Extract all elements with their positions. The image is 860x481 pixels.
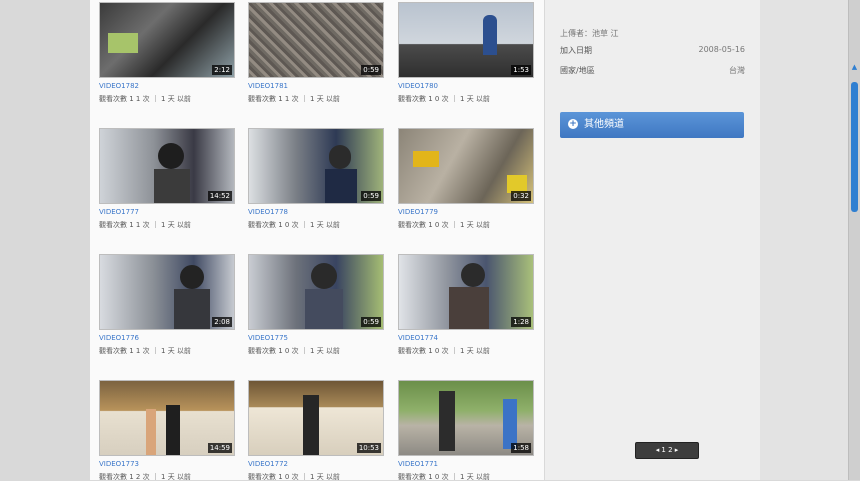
- video-meta: 觀看次數 1 1 次 ｜ 1 天 以前: [99, 221, 191, 229]
- video-title-link[interactable]: VIDEO1771: [398, 460, 438, 468]
- video-card[interactable]: 0:59 VIDEO1781 觀看次數 1 1 次 ｜ 1 天 以前: [248, 2, 384, 103]
- person-image: [158, 143, 184, 169]
- video-title-link[interactable]: VIDEO1774: [398, 334, 438, 342]
- duration-badge: 2:08: [212, 317, 232, 327]
- person-image: [503, 399, 517, 449]
- video-title-link[interactable]: VIDEO1772: [248, 460, 288, 468]
- video-meta: 觀看次數 1 0 次 ｜ 1 天 以前: [248, 221, 340, 229]
- duration-badge: 0:32: [511, 191, 531, 201]
- duration-badge: 0:59: [361, 317, 381, 327]
- video-card[interactable]: 1:53 VIDEO1780 觀看次數 1 0 次 ｜ 1 天 以前: [398, 2, 534, 103]
- duration-badge: 0:59: [361, 65, 381, 75]
- plus-icon: +: [568, 119, 578, 129]
- video-title-link[interactable]: VIDEO1776: [99, 334, 139, 342]
- video-title-link[interactable]: VIDEO1775: [248, 334, 288, 342]
- video-card[interactable]: 2:08 VIDEO1776 觀看次數 1 1 次 ｜ 1 天 以前: [99, 254, 235, 355]
- duration-badge: 10:53: [356, 443, 381, 453]
- video-card[interactable]: 1:28 VIDEO1774 觀看次數 1 0 次 ｜ 1 天 以前: [398, 254, 534, 355]
- video-thumbnail[interactable]: 14:59: [99, 380, 235, 456]
- video-thumbnail[interactable]: 1:28: [398, 254, 534, 330]
- video-thumbnail[interactable]: 1:53: [398, 2, 534, 78]
- video-card[interactable]: 0:59 VIDEO1778 觀看次數 1 0 次 ｜ 1 天 以前: [248, 128, 384, 229]
- person-image: [166, 405, 180, 455]
- video-card[interactable]: 1:58 VIDEO1771 觀看次數 1 0 次 ｜ 1 天 以前: [398, 380, 534, 481]
- video-card[interactable]: 10:53 VIDEO1772 觀看次數 1 0 次 ｜ 1 天 以前: [248, 380, 384, 481]
- video-title-link[interactable]: VIDEO1781: [248, 82, 288, 90]
- video-thumbnail[interactable]: 0:59: [248, 2, 384, 78]
- video-card[interactable]: 0:32 VIDEO1779 觀看次數 1 0 次 ｜ 1 天 以前: [398, 128, 534, 229]
- duration-badge: 14:59: [207, 443, 232, 453]
- video-title-link[interactable]: VIDEO1777: [99, 208, 139, 216]
- duration-badge: 14:52: [207, 191, 232, 201]
- other-channels-label: 其他頻道: [584, 119, 624, 130]
- person-body-image: [305, 289, 343, 329]
- video-thumbnail[interactable]: 0:59: [248, 254, 384, 330]
- video-card[interactable]: 0:59 VIDEO1775 觀看次數 1 0 次 ｜ 1 天 以前: [248, 254, 384, 355]
- person-image: [146, 409, 156, 455]
- person-body-image: [154, 169, 190, 203]
- country-value: 台灣: [729, 66, 745, 75]
- video-title-link[interactable]: VIDEO1778: [248, 208, 288, 216]
- video-thumbnail[interactable]: 14:52: [99, 128, 235, 204]
- video-title-link[interactable]: VIDEO1782: [99, 82, 139, 90]
- join-date-label: 加入日期: [560, 46, 592, 55]
- pagination-control[interactable]: ◂ 1 2 ▸: [635, 442, 699, 459]
- scrollbar[interactable]: ▲ ▸: [848, 0, 860, 480]
- person-image: [329, 145, 351, 169]
- person-image: [311, 263, 337, 289]
- video-meta: 觀看次數 1 1 次 ｜ 1 天 以前: [99, 347, 191, 355]
- video-thumbnail[interactable]: 2:12: [99, 2, 235, 78]
- video-card[interactable]: 14:52 VIDEO1777 觀看次數 1 1 次 ｜ 1 天 以前: [99, 128, 235, 229]
- uploader-text: 上傳者：池草 江: [560, 29, 619, 38]
- duration-badge: 2:12: [212, 65, 232, 75]
- video-title-link[interactable]: VIDEO1773: [99, 460, 139, 468]
- duration-badge: 1:28: [511, 317, 531, 327]
- video-card[interactable]: 2:12 VIDEO1782 觀看次數 1 1 次 ｜ 1 天 以前: [99, 2, 235, 103]
- right-margin: [760, 0, 848, 480]
- join-date-value: 2008-05-16: [698, 45, 746, 54]
- person-image: [461, 263, 485, 287]
- person-image: [303, 395, 319, 455]
- scroll-up-arrow-icon[interactable]: ▲: [850, 62, 859, 72]
- video-thumbnail[interactable]: 1:58: [398, 380, 534, 456]
- window-image: [108, 33, 138, 53]
- video-thumbnail[interactable]: 0:32: [398, 128, 534, 204]
- video-title-link[interactable]: VIDEO1779: [398, 208, 438, 216]
- video-meta: 觀看次數 1 0 次 ｜ 1 天 以前: [248, 347, 340, 355]
- duration-badge: 1:58: [511, 443, 531, 453]
- person-body-image: [449, 287, 489, 329]
- video-thumbnail[interactable]: 2:08: [99, 254, 235, 330]
- video-card[interactable]: 14:59 VIDEO1773 觀看次數 1 2 次 ｜ 1 天 以前: [99, 380, 235, 481]
- video-meta: 觀看次數 1 0 次 ｜ 1 天 以前: [398, 95, 490, 103]
- person-image: [180, 265, 204, 289]
- machine-image: [413, 151, 439, 167]
- duration-badge: 1:53: [511, 65, 531, 75]
- video-title-link[interactable]: VIDEO1780: [398, 82, 438, 90]
- video-meta: 觀看次數 1 1 次 ｜ 1 天 以前: [99, 95, 191, 103]
- scroll-right-arrow-icon[interactable]: ▸: [850, 140, 859, 150]
- channel-info-panel: 上傳者：池草 江 加入日期 2008-05-16 國家/地區 台灣 + 其他頻道: [545, 0, 760, 480]
- person-body-image: [174, 289, 210, 329]
- video-meta: 觀看次數 1 0 次 ｜ 1 天 以前: [398, 347, 490, 355]
- other-channels-button[interactable]: + 其他頻道: [560, 112, 744, 138]
- person-image: [439, 391, 455, 451]
- person-body-image: [325, 169, 357, 203]
- video-meta: 觀看次數 1 0 次 ｜ 1 天 以前: [398, 221, 490, 229]
- page: 上傳者：池草 江 加入日期 2008-05-16 國家/地區 台灣 + 其他頻道 …: [0, 0, 860, 481]
- person-image: [483, 15, 497, 55]
- country-label: 國家/地區: [560, 66, 595, 75]
- video-thumbnail[interactable]: 10:53: [248, 380, 384, 456]
- video-thumbnail[interactable]: 0:59: [248, 128, 384, 204]
- video-meta: 觀看次數 1 1 次 ｜ 1 天 以前: [248, 95, 340, 103]
- duration-badge: 0:59: [361, 191, 381, 201]
